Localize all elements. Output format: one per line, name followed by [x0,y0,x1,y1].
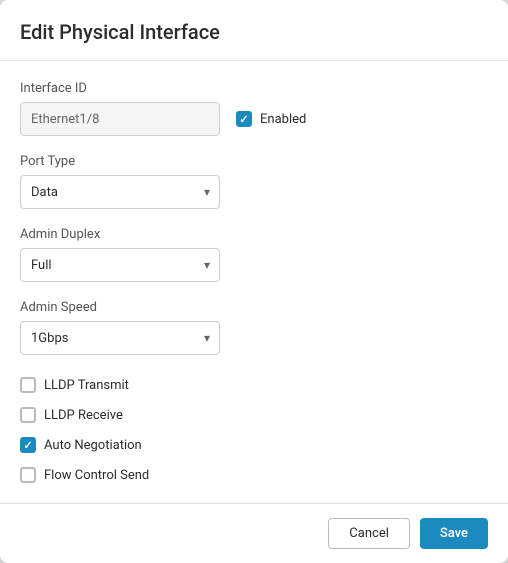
auto-negotiation-checkbox[interactable]: ✓ [20,437,36,453]
interface-id-input[interactable] [20,102,220,136]
flow-control-send-text: Flow Control Send [44,468,149,483]
lldp-receive-checkbox[interactable] [20,407,36,423]
dialog-body: Interface ID ✓ Enabled Port Type Data Ma… [0,61,508,503]
dialog-header: Edit Physical Interface [0,0,508,61]
interface-id-row: ✓ Enabled [20,102,488,136]
dialog-title: Edit Physical Interface [20,20,488,44]
admin-duplex-label: Admin Duplex [20,227,488,242]
lldp-transmit-text: LLDP Transmit [44,378,129,393]
admin-duplex-group: Admin Duplex Full Half Auto ▾ [20,227,488,282]
port-type-label: Port Type [20,154,488,169]
admin-speed-label: Admin Speed [20,300,488,315]
save-button[interactable]: Save [420,518,488,549]
admin-speed-select[interactable]: 1Gbps 100Mbps 10Mbps Auto [20,321,220,355]
enabled-label: Enabled [260,112,306,127]
dialog-footer: Cancel Save [0,503,508,563]
lldp-transmit-label[interactable]: LLDP Transmit [20,377,488,393]
admin-duplex-select[interactable]: Full Half Auto [20,248,220,282]
enabled-checkmark: ✓ [239,114,248,125]
auto-negotiation-text: Auto Negotiation [44,438,142,453]
enabled-checkbox[interactable]: ✓ [236,111,252,127]
lldp-transmit-checkbox[interactable] [20,377,36,393]
enabled-checkbox-label[interactable]: ✓ Enabled [236,111,306,127]
admin-duplex-select-wrapper: Full Half Auto ▾ [20,248,220,282]
interface-id-label: Interface ID [20,81,488,96]
flow-control-send-label[interactable]: Flow Control Send [20,467,488,483]
edit-physical-interface-dialog: Edit Physical Interface Interface ID ✓ E… [0,0,508,563]
cancel-button[interactable]: Cancel [328,518,410,549]
admin-speed-group: Admin Speed 1Gbps 100Mbps 10Mbps Auto ▾ [20,300,488,355]
port-type-select[interactable]: Data Management Loopback [20,175,220,209]
lldp-receive-text: LLDP Receive [44,408,123,423]
auto-negotiation-label[interactable]: ✓ Auto Negotiation [20,437,488,453]
lldp-receive-label[interactable]: LLDP Receive [20,407,488,423]
checkboxes-section: LLDP Transmit LLDP Receive ✓ Auto Negoti… [20,377,488,483]
auto-negotiation-checkmark: ✓ [23,440,32,451]
interface-id-group: Interface ID ✓ Enabled [20,81,488,136]
admin-speed-select-wrapper: 1Gbps 100Mbps 10Mbps Auto ▾ [20,321,220,355]
port-type-select-wrapper: Data Management Loopback ▾ [20,175,220,209]
flow-control-send-checkbox[interactable] [20,467,36,483]
port-type-group: Port Type Data Management Loopback ▾ [20,154,488,209]
